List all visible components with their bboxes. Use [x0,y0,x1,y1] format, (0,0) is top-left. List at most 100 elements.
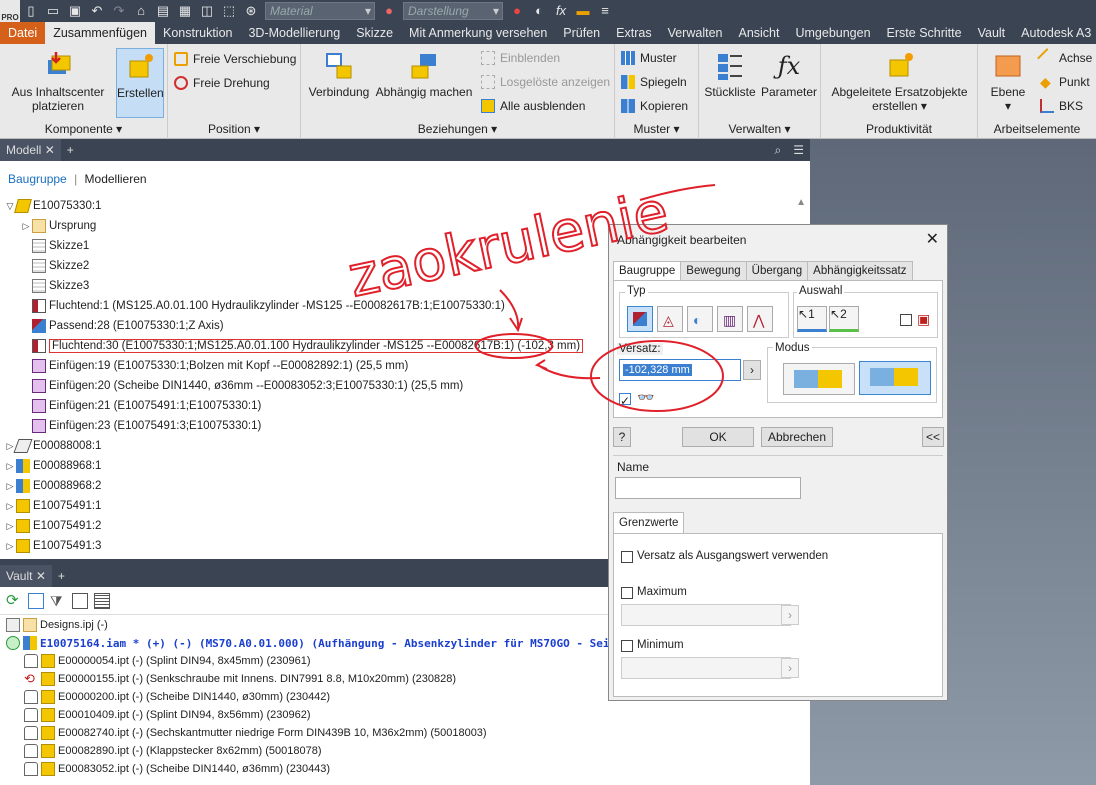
tab-grenzwerte[interactable]: Grenzwerte [613,512,685,534]
close-icon[interactable]: ✕ [36,569,46,583]
adjust-icon[interactable]: ● [509,3,525,19]
select-1-button[interactable]: ↖1 [797,306,827,332]
minimum-arrow-button[interactable]: › [781,658,799,678]
add-tab-icon[interactable]: + [51,565,71,587]
collapsed-icon[interactable]: ▷ [4,501,16,512]
show-button[interactable]: Einblenden [481,48,560,68]
place-from-content-center-button[interactable]: Aus Inhaltscenter platzieren [8,50,108,113]
flush-mode-button[interactable] [859,361,931,395]
select-icon[interactable]: ⬚ [221,3,237,19]
tab-3d-modellierung[interactable]: 3D-Modellierung [240,22,348,44]
undo-icon[interactable]: ↶ [89,3,105,19]
nav-assembly[interactable]: Baugruppe [8,172,67,186]
app-logo[interactable]: PRO [0,0,20,22]
close-icon[interactable]: ✕ [45,143,55,157]
color-bar-icon[interactable]: ▬ [575,3,591,19]
pattern-button[interactable]: Muster [621,48,677,68]
list-item[interactable]: E00082890.ipt (-) (Klappstecker 8x62mm) … [24,742,322,760]
list-item-assembly[interactable]: E10075164.iam * (+) (-) (MS70.A0.01.000)… [6,634,682,652]
nav-model[interactable]: Modellieren [85,172,147,186]
collapsed-icon[interactable]: ▷ [4,521,16,532]
group-title-position[interactable]: Position ▾ [168,122,300,136]
filter-icon[interactable]: ⧩ [50,593,66,609]
tab-verwalten[interactable]: Verwalten [660,22,731,44]
collapse-button[interactable]: << [922,427,944,447]
joint-button[interactable]: Verbindung [305,50,373,99]
collapsed-icon[interactable]: ▷ [4,541,16,552]
tree-node[interactable]: ▷ E00088008:1 [4,436,101,456]
new-file-icon[interactable]: ▯ [23,3,39,19]
group-title-beziehungen[interactable]: Beziehungen ▾ [301,122,614,136]
tab-pruefen[interactable]: Prüfen [555,22,608,44]
maximum-arrow-button[interactable]: › [781,605,799,625]
minimum-checkbox[interactable] [621,640,633,652]
free-rotate-button[interactable]: Freie Drehung [174,73,270,93]
customize-icon[interactable]: ≡ [597,3,613,19]
tree-node[interactable]: ▷ E00088968:1 [4,456,101,476]
parameters-button[interactable]: ƒx Parameter [759,50,819,99]
offset-field[interactable]: -102,328 mm [619,359,741,381]
tree-constraint[interactable]: Einfügen:21 (E10075491:1;E10075330:1) [32,396,261,416]
tree-constraint[interactable]: Fluchtend:1 (MS125.A0.01.100 Hydraulikzy… [32,296,505,316]
insert-type-button[interactable]: ▥ [717,306,743,332]
list-item[interactable]: E00010409.ipt (-) (Splint DIN94, 8x56mm)… [24,706,311,724]
tab-extras[interactable]: Extras [608,22,659,44]
predict-offset-checkbox[interactable]: ✓ [619,393,631,408]
redo-icon[interactable]: ↷ [111,3,127,19]
group-title-produktivitaet[interactable]: Produktivität [821,122,977,136]
constrain-button[interactable]: Abhängig machen [373,50,475,99]
mirror-button[interactable]: Spiegeln [621,72,687,92]
symmetry-type-button[interactable]: ⋀ [747,306,773,332]
tab-konstruktion[interactable]: Konstruktion [155,22,240,44]
use-offset-checkbox[interactable] [621,551,633,563]
free-move-button[interactable]: Freie Verschiebung [174,49,296,69]
copy-button[interactable]: Kopieren [621,96,688,116]
group-title-muster[interactable]: Muster ▾ [615,122,698,136]
tree-node[interactable]: Skizze3 [32,276,89,296]
cancel-button[interactable]: Abbrechen [761,427,833,447]
update-icon[interactable]: ⊛ [243,3,259,19]
bom-button[interactable]: Stückliste [701,50,759,99]
tab-baugruppe[interactable]: Baugruppe [613,261,682,281]
vault-options-icon[interactable] [28,592,44,609]
tab-datei[interactable]: Datei [0,22,46,44]
maximum-checkbox[interactable] [621,587,633,599]
tab-uebergang[interactable]: Übergang [745,261,809,281]
tree-node[interactable]: ▷ Ursprung [20,216,96,236]
list-item[interactable]: E00000200.ipt (-) (Scheibe DIN1440, ø30m… [24,688,330,706]
select-2-button[interactable]: ↖2 [829,306,859,332]
tree-node[interactable]: ▷ E10075491:3 [4,536,101,556]
point-button[interactable]: ◆ Punkt [1040,72,1090,92]
show-sick-button[interactable]: Losgelöste anzeigen [481,72,610,92]
tab-zusammenfuegen[interactable]: Zusammenfügen [45,22,155,44]
clear-icon[interactable]: ◐ [531,3,547,19]
list-item[interactable]: Designs.ipj (-) [6,616,108,634]
hide-all-button[interactable]: Alle ausblenden [481,96,585,116]
tab-umgebungen[interactable]: Umgebungen [787,22,878,44]
axis-button[interactable]: Achse [1037,48,1092,68]
tree-root[interactable]: ▽ E10075330:1 [4,196,101,216]
help-button[interactable]: ? [613,427,631,447]
tab-bewegung[interactable]: Bewegung [680,261,747,281]
collapsed-icon[interactable]: ▷ [20,221,32,232]
list-item[interactable]: E00082740.ipt (-) (Sechskantmutter niedr… [24,724,487,742]
measure-icon[interactable]: ◫ [199,3,215,19]
ok-button[interactable]: OK [682,427,754,447]
tab-skizze[interactable]: Skizze [348,22,401,44]
scroll-up-icon[interactable]: ▲ [796,197,806,208]
name-field[interactable] [615,477,801,499]
tree-constraint[interactable]: Passend:28 (E10075330:1;Z Axis) [32,316,224,336]
appearance-combo[interactable]: Darstellung [403,2,503,20]
list-item[interactable]: ⟲ E00000155.ipt (-) (Senkschraube mit Inn… [24,670,456,688]
tab-vault-panel[interactable]: Vault ✕ [0,565,52,587]
tangent-type-button[interactable]: ◐ [687,306,713,332]
list-item[interactable]: E00000054.ipt (-) (Splint DIN94, 8x45mm)… [24,652,311,670]
group-title-arbeitselemente[interactable]: Arbeitselemente [978,122,1096,136]
close-icon[interactable]: ✕ [926,229,939,249]
add-tab-icon[interactable]: + [60,139,80,161]
list-icon[interactable] [94,592,110,609]
tree-node[interactable]: Skizze2 [32,256,89,276]
derived-substitutes-button[interactable]: Abgeleitete Ersatzobjekte erstellen ▾ [827,50,972,113]
tree-constraint[interactable]: Einfügen:20 (Scheibe DIN1440, ø36mm --E0… [32,376,463,396]
list-item[interactable]: E00083052.ipt (-) (Scheibe DIN1440, ø36m… [24,760,330,778]
